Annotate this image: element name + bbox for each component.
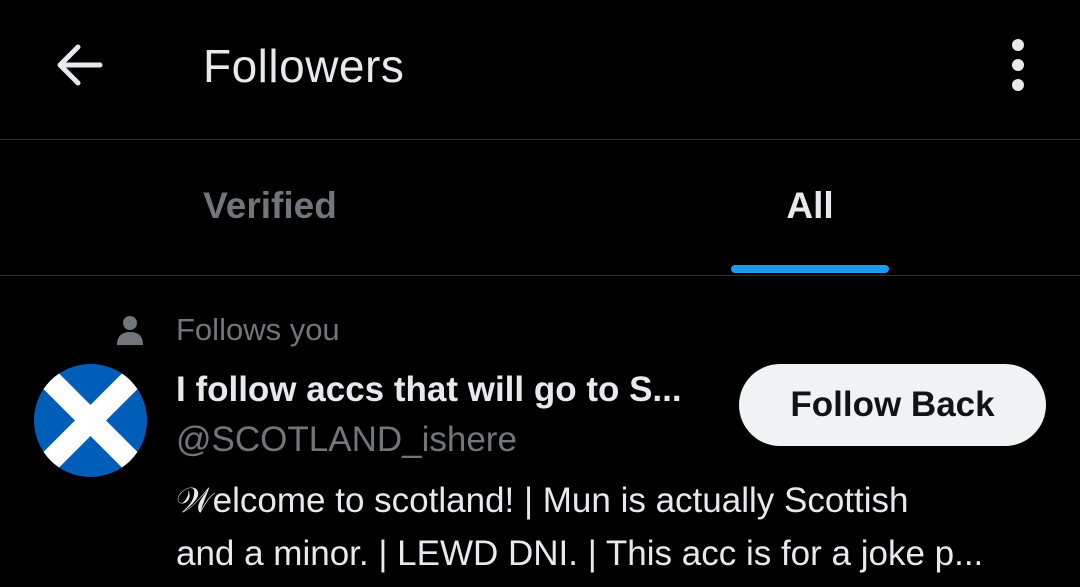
user-handle: @SCOTLAND_ishere xyxy=(176,420,517,459)
tab-bar: Verified All xyxy=(0,141,1080,276)
back-button[interactable] xyxy=(44,30,114,100)
more-vertical-icon xyxy=(1012,39,1024,91)
tab-verified[interactable]: Verified xyxy=(0,141,540,275)
user-bio: 𝒲elcome to scotland! | Mun is actually S… xyxy=(176,474,1056,580)
bio-line: 𝒲elcome to scotland! | Mun is actually S… xyxy=(176,481,909,520)
top-app-bar: Followers xyxy=(0,0,1080,140)
person-icon xyxy=(117,316,143,345)
bio-line: and a minor. | LEWD DNI. | This acc is f… xyxy=(176,534,984,573)
display-name[interactable]: I follow accs that will go to S... xyxy=(176,369,716,411)
more-options-button[interactable] xyxy=(990,30,1046,100)
follows-you-label: Follows you xyxy=(176,312,340,347)
scotland-flag-avatar xyxy=(34,364,147,477)
page-title: Followers xyxy=(203,40,405,92)
active-tab-indicator xyxy=(731,265,889,273)
arrow-left-icon xyxy=(57,44,103,86)
follows-you-context: Follows you xyxy=(115,312,340,348)
avatar[interactable] xyxy=(34,364,147,477)
tab-label: Verified xyxy=(203,185,337,226)
follower-list-item[interactable]: Follows you I follow accs that will go t… xyxy=(0,277,1080,587)
follow-back-button[interactable]: Follow Back xyxy=(739,364,1046,446)
tab-all[interactable]: All xyxy=(540,141,1080,275)
tab-label: All xyxy=(786,185,834,226)
